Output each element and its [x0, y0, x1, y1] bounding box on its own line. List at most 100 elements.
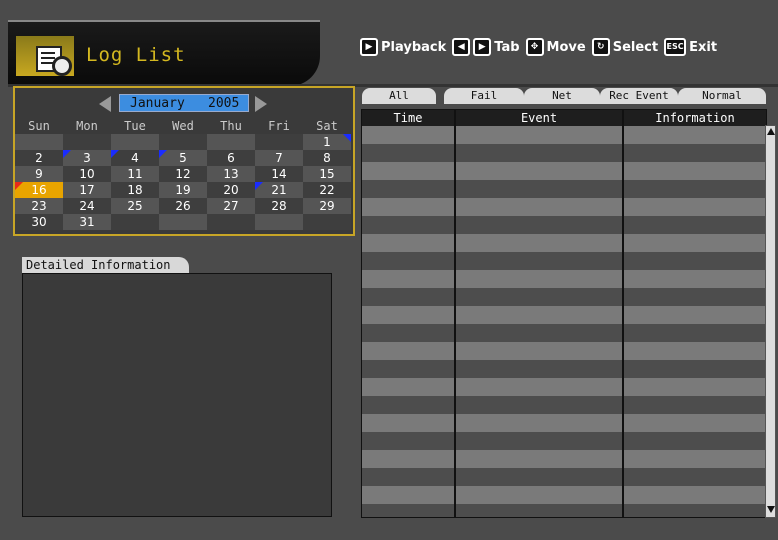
table-row[interactable]: [362, 198, 766, 216]
next-month-arrow-icon[interactable]: [255, 96, 267, 112]
column-time: Time: [393, 111, 423, 125]
calendar-empty-cell: [207, 134, 255, 150]
table-row[interactable]: [362, 306, 766, 324]
calendar-day[interactable]: 7: [255, 150, 303, 166]
calendar-header: January 2005: [15, 94, 353, 112]
screen: Log List ▶ Playback ◀ ▶ Tab ✥ Move ↻ Sel…: [0, 0, 778, 540]
column-divider: [454, 110, 456, 517]
calendar-day[interactable]: 17: [63, 182, 111, 198]
detail-title: Detailed Information: [22, 257, 189, 274]
calendar-day[interactable]: 6: [207, 150, 255, 166]
calendar: January 2005 Sun Mon Tue Wed Thu Fri Sat 1 2 3 4 5 6…: [13, 86, 355, 236]
table-row[interactable]: [362, 144, 766, 162]
table-row[interactable]: [362, 180, 766, 198]
tab-normal[interactable]: Normal: [678, 88, 766, 104]
calendar-month: January: [130, 96, 185, 111]
weekday-label: Mon: [76, 119, 98, 133]
weekday-header: Sun Mon Tue Wed Thu Fri Sat: [15, 118, 353, 134]
hint-tab: Tab: [494, 39, 520, 55]
event-marker-icon: [255, 182, 263, 190]
calendar-day[interactable]: 14: [255, 166, 303, 182]
table-row[interactable]: [362, 234, 766, 252]
calendar-day[interactable]: 28: [255, 198, 303, 214]
page-title: Log List: [86, 44, 186, 66]
tab-all[interactable]: All: [362, 88, 436, 104]
hint-playback: Playback: [381, 39, 447, 55]
calendar-day[interactable]: 4: [111, 150, 159, 166]
title-bar: Log List: [8, 20, 320, 86]
calendar-day[interactable]: 25: [111, 198, 159, 214]
calendar-day[interactable]: 3: [63, 150, 111, 166]
table-row[interactable]: [362, 504, 766, 517]
table-row[interactable]: [362, 252, 766, 270]
calendar-day[interactable]: 2: [15, 150, 63, 166]
calendar-empty-cell: [111, 214, 159, 230]
weekday-label: Thu: [220, 119, 242, 133]
calendar-day[interactable]: 5: [159, 150, 207, 166]
key-hints: ▶ Playback ◀ ▶ Tab ✥ Move ↻ Select ESC E…: [360, 38, 723, 56]
calendar-week: 23 24 25 26 27 28 29: [15, 198, 353, 214]
calendar-week: 2 3 4 5 678: [15, 150, 353, 166]
table-row[interactable]: [362, 270, 766, 288]
calendar-day[interactable]: 16: [15, 182, 63, 198]
prev-month-arrow-icon[interactable]: [99, 96, 111, 112]
month-year-selector[interactable]: January 2005: [119, 94, 249, 112]
calendar-week: 30 31: [15, 214, 353, 230]
prev-track-key-icon: ◀: [452, 38, 471, 56]
table-row[interactable]: [362, 126, 766, 144]
calendar-day[interactable]: 31: [63, 214, 111, 230]
calendar-day[interactable]: 10: [63, 166, 111, 182]
table-row[interactable]: [362, 396, 766, 414]
calendar-day-number: 16: [31, 183, 47, 197]
event-marker-icon: [159, 150, 167, 158]
calendar-empty-cell: [15, 134, 63, 150]
calendar-day[interactable]: 18: [111, 182, 159, 198]
calendar-day[interactable]: 20: [207, 182, 255, 198]
calendar-day[interactable]: 1: [303, 134, 351, 150]
scroll-up-arrow-icon[interactable]: [767, 128, 775, 135]
play-key-icon: ▶: [360, 38, 378, 56]
detail-panel: [22, 273, 332, 517]
table-row[interactable]: [362, 468, 766, 486]
table-row[interactable]: [362, 288, 766, 306]
table-row[interactable]: [362, 342, 766, 360]
tab-rec-event[interactable]: Rec Event: [600, 88, 678, 104]
table-row[interactable]: [362, 324, 766, 342]
calendar-day[interactable]: 24: [63, 198, 111, 214]
log-table-header: Time Event Information: [362, 110, 766, 126]
esc-key-icon: ESC: [664, 38, 687, 56]
calendar-day[interactable]: 29: [303, 198, 351, 214]
event-marker-icon: [63, 150, 71, 158]
selected-day-marker-icon: [15, 182, 23, 190]
log-scrollbar[interactable]: [765, 125, 776, 518]
table-row[interactable]: [362, 450, 766, 468]
column-information: Information: [655, 111, 735, 125]
table-row[interactable]: [362, 486, 766, 504]
calendar-day[interactable]: 15: [303, 166, 351, 182]
calendar-day-number: 5: [179, 151, 187, 165]
calendar-day[interactable]: 23: [15, 198, 63, 214]
calendar-day[interactable]: 9: [15, 166, 63, 182]
calendar-day[interactable]: 27: [207, 198, 255, 214]
tab-fail[interactable]: Fail: [444, 88, 524, 104]
table-row[interactable]: [362, 432, 766, 450]
table-row[interactable]: [362, 378, 766, 396]
calendar-day[interactable]: 8: [303, 150, 351, 166]
weekday-label: Tue: [124, 119, 146, 133]
calendar-day[interactable]: 21: [255, 182, 303, 198]
calendar-day[interactable]: 13: [207, 166, 255, 182]
scroll-down-arrow-icon[interactable]: [767, 506, 775, 513]
calendar-day[interactable]: 12: [159, 166, 207, 182]
table-row[interactable]: [362, 162, 766, 180]
table-row[interactable]: [362, 216, 766, 234]
table-row[interactable]: [362, 414, 766, 432]
calendar-day[interactable]: 26: [159, 198, 207, 214]
calendar-day[interactable]: 19: [159, 182, 207, 198]
weekday-label: Sun: [28, 119, 50, 133]
tab-net[interactable]: Net: [524, 88, 600, 104]
table-row[interactable]: [362, 360, 766, 378]
calendar-day[interactable]: 30: [15, 214, 63, 230]
calendar-day[interactable]: 22: [303, 182, 351, 198]
event-marker-icon: [343, 134, 351, 142]
calendar-day[interactable]: 11: [111, 166, 159, 182]
